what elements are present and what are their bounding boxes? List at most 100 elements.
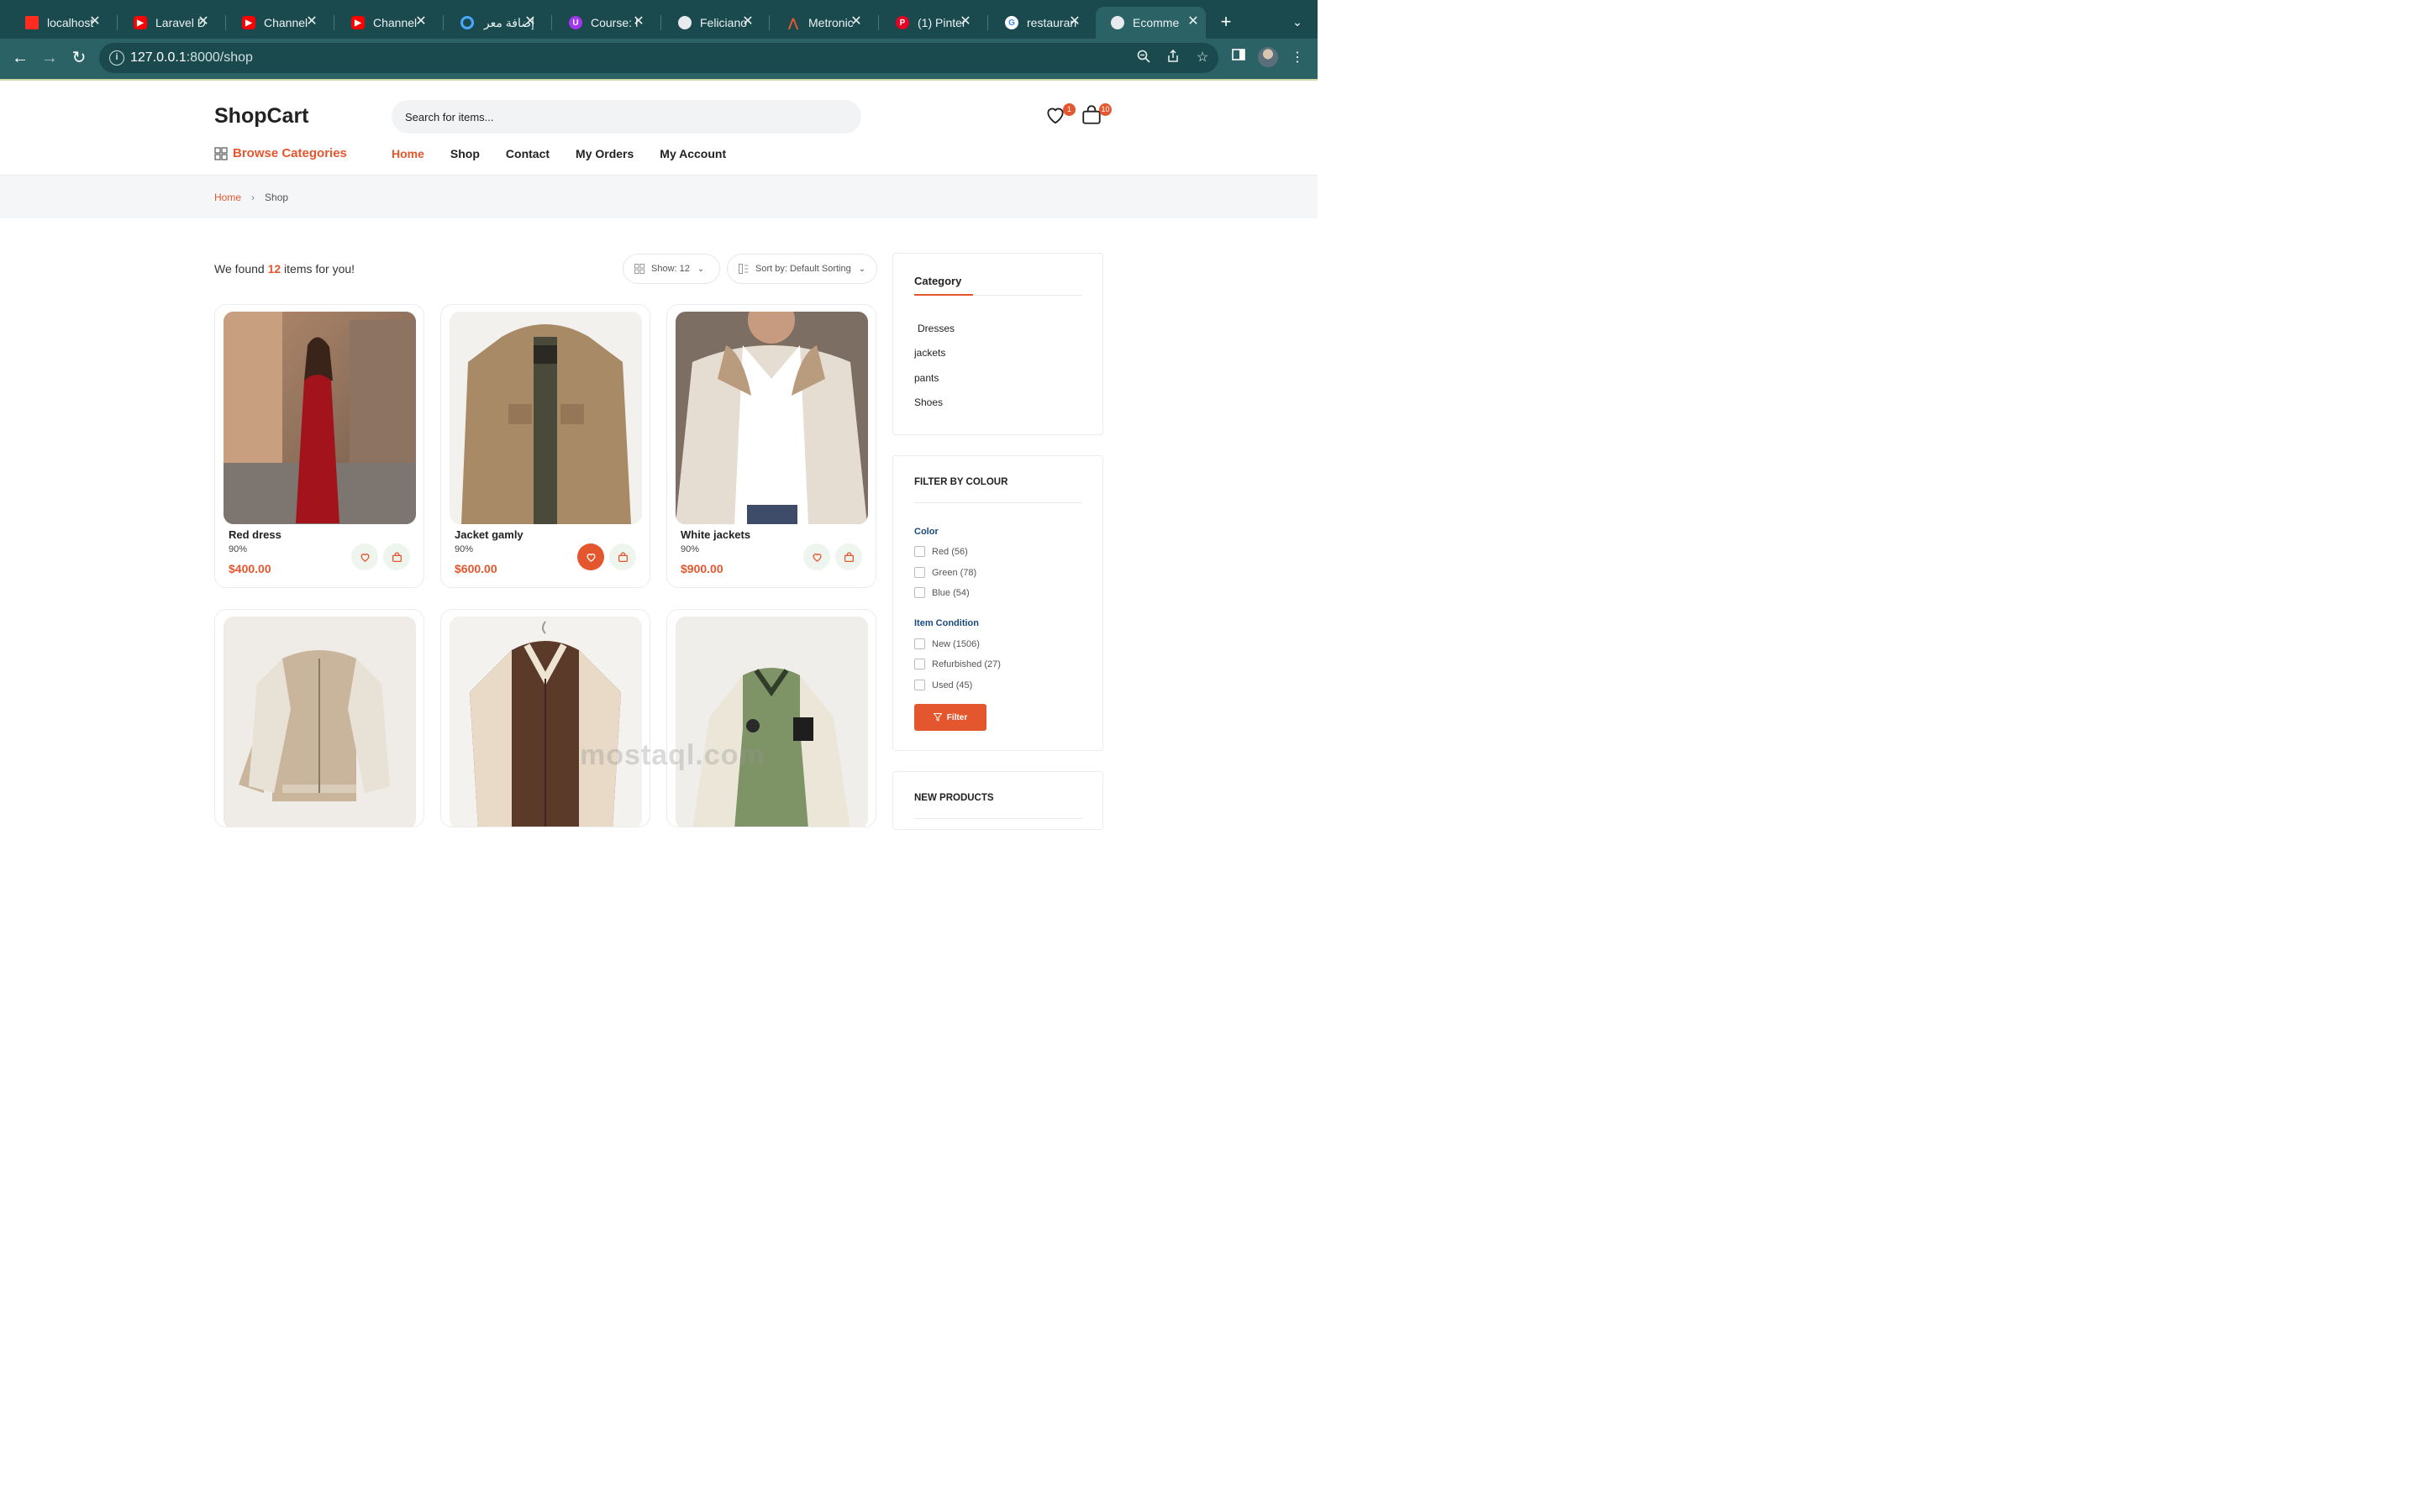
tab-restaurant[interactable]: G restauran ✕ bbox=[990, 7, 1087, 39]
nav-my-orders[interactable]: My Orders bbox=[576, 147, 634, 160]
tab-channel-1[interactable]: ▶ Channel ✕ bbox=[227, 7, 324, 39]
product-card[interactable]: Red dress 90% $400.00 bbox=[214, 304, 424, 588]
product-name[interactable]: Jacket gamly bbox=[455, 528, 523, 541]
show-count-select[interactable]: Show: 12 ⌄ bbox=[623, 254, 720, 284]
tab-arabic[interactable]: إضافة معر ✕ bbox=[445, 7, 543, 39]
product-image[interactable] bbox=[676, 617, 868, 827]
condition-option-refurbished[interactable]: Refurbished (27) bbox=[914, 659, 1001, 669]
show-count-value: 12 bbox=[679, 264, 690, 274]
category-widget: Category Dresses jackets pants Shoes bbox=[892, 253, 1103, 435]
condition-option-used[interactable]: Used (45) bbox=[914, 680, 972, 690]
product-name[interactable]: Red dress bbox=[229, 528, 281, 541]
heart-icon bbox=[360, 553, 369, 562]
close-icon[interactable]: ✕ bbox=[740, 14, 755, 29]
category-title: Category bbox=[914, 275, 962, 287]
checkbox[interactable] bbox=[914, 567, 925, 578]
bookmark-star-icon[interactable]: ☆ bbox=[1194, 50, 1211, 66]
results-number: 12 bbox=[267, 262, 281, 276]
product-card[interactable] bbox=[440, 609, 650, 827]
new-products-title: NEW PRODUCTS bbox=[914, 793, 994, 803]
add-to-cart-button[interactable] bbox=[835, 543, 862, 570]
product-image[interactable] bbox=[676, 312, 868, 524]
tab-metronic[interactable]: ⋀ Metronic ✕ bbox=[771, 7, 869, 39]
close-icon[interactable]: ✕ bbox=[1067, 14, 1082, 29]
product-card[interactable]: White jackets 90% $900.00 bbox=[666, 304, 876, 588]
color-option-blue[interactable]: Blue (54) bbox=[914, 587, 970, 598]
zoom-icon[interactable] bbox=[1135, 50, 1152, 66]
breadcrumb-home[interactable]: Home bbox=[214, 192, 241, 203]
product-card[interactable] bbox=[214, 609, 424, 827]
close-icon[interactable]: ✕ bbox=[958, 14, 973, 29]
site-info-icon[interactable]: i bbox=[109, 50, 124, 66]
product-card[interactable]: Jacket gamly 90% $600.00 bbox=[440, 304, 650, 588]
close-icon[interactable]: ✕ bbox=[413, 14, 429, 29]
close-icon[interactable]: ✕ bbox=[304, 14, 319, 29]
category-item-pants[interactable]: pants bbox=[914, 372, 939, 384]
address-bar[interactable]: i 127.0.0.1:8000/shop ☆ bbox=[99, 43, 1218, 73]
close-icon[interactable]: ✕ bbox=[523, 14, 538, 29]
close-icon[interactable]: ✕ bbox=[87, 14, 103, 29]
close-icon[interactable]: ✕ bbox=[1186, 14, 1201, 29]
product-image[interactable] bbox=[450, 617, 642, 827]
site-logo[interactable]: ShopCart bbox=[214, 104, 309, 129]
checkbox[interactable] bbox=[914, 546, 925, 557]
product-image[interactable] bbox=[224, 617, 416, 827]
reload-icon[interactable]: ↻ bbox=[68, 47, 90, 69]
share-icon[interactable] bbox=[1165, 49, 1181, 66]
category-item-shoes[interactable]: Shoes bbox=[914, 396, 943, 408]
search-input[interactable] bbox=[392, 100, 861, 134]
add-to-cart-button[interactable] bbox=[383, 543, 410, 570]
forward-icon[interactable]: → bbox=[39, 47, 60, 69]
tab-search-icon[interactable]: ⌄ bbox=[1287, 12, 1307, 32]
back-icon[interactable]: ← bbox=[9, 47, 31, 69]
tab-feliciano[interactable]: Feliciano ✕ bbox=[663, 7, 760, 39]
profile-avatar[interactable] bbox=[1258, 47, 1278, 67]
globe-icon bbox=[1111, 16, 1124, 29]
add-to-wishlist-button[interactable] bbox=[803, 543, 830, 570]
tab-laravel[interactable]: ▶ Laravel D ✕ bbox=[118, 7, 216, 39]
product-image[interactable] bbox=[450, 312, 642, 524]
checkbox[interactable] bbox=[914, 680, 925, 690]
globe-icon bbox=[678, 16, 692, 29]
checkbox[interactable] bbox=[914, 638, 925, 649]
nav-contact[interactable]: Contact bbox=[506, 147, 550, 160]
side-panel-icon[interactable] bbox=[1228, 48, 1249, 68]
color-option-red[interactable]: Red (56) bbox=[914, 546, 968, 557]
product-name[interactable]: White jackets bbox=[681, 528, 750, 541]
nav-shop[interactable]: Shop bbox=[450, 147, 480, 160]
checkbox[interactable] bbox=[914, 659, 925, 669]
sort-icon bbox=[739, 264, 749, 274]
category-item-dresses[interactable]: Dresses bbox=[918, 323, 955, 334]
close-icon[interactable]: ✕ bbox=[631, 14, 646, 29]
filter-button[interactable]: Filter bbox=[914, 704, 986, 731]
breadcrumb-bar bbox=[0, 176, 1318, 218]
browse-categories-button[interactable]: Browse Categories bbox=[214, 146, 347, 160]
product-price: $600.00 bbox=[455, 562, 497, 575]
browser-toolbar: ← → ↻ i 127.0.0.1:8000/shop ☆ ⋮ bbox=[0, 39, 1318, 77]
product-image[interactable] bbox=[224, 312, 416, 524]
nav-my-account[interactable]: My Account bbox=[660, 147, 726, 160]
cart-icon bbox=[618, 551, 628, 562]
tab-pinterest[interactable]: P (1) Pinter ✕ bbox=[881, 7, 978, 39]
product-price: $900.00 bbox=[681, 562, 723, 575]
product-price: $400.00 bbox=[229, 562, 271, 575]
cart-icon bbox=[844, 551, 854, 562]
add-to-cart-button[interactable] bbox=[609, 543, 636, 570]
kebab-menu-icon[interactable]: ⋮ bbox=[1287, 48, 1307, 68]
condition-option-new[interactable]: New (1506) bbox=[914, 638, 980, 649]
tab-course[interactable]: U Course: I ✕ bbox=[554, 7, 651, 39]
new-tab-button[interactable]: + bbox=[1215, 12, 1237, 34]
close-icon[interactable]: ✕ bbox=[196, 14, 211, 29]
tab-channel-2[interactable]: ▶ Channel ✕ bbox=[336, 7, 434, 39]
nav-home[interactable]: Home bbox=[392, 147, 424, 160]
checkbox[interactable] bbox=[914, 587, 925, 598]
add-to-wishlist-button[interactable] bbox=[577, 543, 604, 570]
close-icon[interactable]: ✕ bbox=[849, 14, 864, 29]
product-card[interactable] bbox=[666, 609, 876, 827]
add-to-wishlist-button[interactable] bbox=[351, 543, 378, 570]
color-option-green[interactable]: Green (78) bbox=[914, 567, 976, 578]
category-item-jackets[interactable]: jackets bbox=[914, 347, 945, 359]
tab-localhost[interactable]: localhost ✕ bbox=[10, 7, 108, 39]
sort-select[interactable]: Sort by: Default Sorting ⌄ bbox=[727, 254, 877, 284]
tab-ecommerce-active[interactable]: Ecomme ✕ bbox=[1096, 7, 1206, 39]
